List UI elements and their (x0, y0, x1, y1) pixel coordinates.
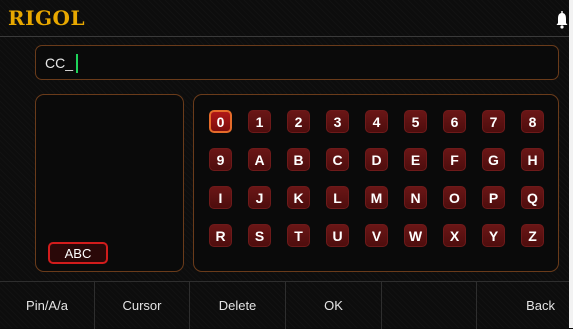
keyboard-panel: 012345678 9ABCDEFGH IJKLMNOPQ RSTUVWXYZ (193, 94, 559, 272)
key-1[interactable]: 1 (248, 110, 271, 133)
key-p[interactable]: P (482, 186, 505, 209)
key-4[interactable]: 4 (365, 110, 388, 133)
key-n[interactable]: N (404, 186, 427, 209)
text-caret (76, 54, 78, 73)
key-s[interactable]: S (248, 224, 271, 247)
key-t[interactable]: T (287, 224, 310, 247)
key-9[interactable]: 9 (209, 148, 232, 171)
softkey-empty[interactable] (382, 282, 477, 329)
key-b[interactable]: B (287, 148, 310, 171)
softkey-delete[interactable]: Delete (190, 282, 286, 329)
key-r[interactable]: R (209, 224, 232, 247)
key-o[interactable]: O (443, 186, 466, 209)
screen: RIGOL CC_ ABC 0123456789ABCDEFGHIJKLMNOP… (0, 0, 573, 329)
key-f[interactable]: F (443, 148, 466, 171)
candidate-panel: ABC (35, 94, 184, 272)
key-j[interactable]: J (248, 186, 271, 209)
softkey-cursor[interactable]: Cursor (95, 282, 190, 329)
softkey-ok[interactable]: OK (286, 282, 382, 329)
key-i[interactable]: I (209, 186, 232, 209)
key-6[interactable]: 6 (443, 110, 466, 133)
key-e[interactable]: E (404, 148, 427, 171)
key-l[interactable]: L (326, 186, 349, 209)
key-g[interactable]: G (482, 148, 505, 171)
key-8[interactable]: 8 (521, 110, 544, 133)
key-2[interactable]: 2 (287, 110, 310, 133)
softkey-bar: Pin/A/a Cursor Delete OK Back (0, 281, 569, 329)
key-c[interactable]: C (326, 148, 349, 171)
key-5[interactable]: 5 (404, 110, 427, 133)
key-0[interactable]: 0 (209, 110, 232, 133)
text-input-field[interactable]: CC_ (35, 45, 559, 80)
key-u[interactable]: U (326, 224, 349, 247)
key-3[interactable]: 3 (326, 110, 349, 133)
key-7[interactable]: 7 (482, 110, 505, 133)
key-w[interactable]: W (404, 224, 427, 247)
softkey-pin-a-a[interactable]: Pin/A/a (0, 282, 95, 329)
key-grid: 012345678 9ABCDEFGH IJKLMNOPQ RSTUVWXYZ (209, 110, 544, 247)
softkey-back[interactable]: Back (477, 282, 569, 329)
key-x[interactable]: X (443, 224, 466, 247)
key-m[interactable]: M (365, 186, 388, 209)
key-k[interactable]: K (287, 186, 310, 209)
key-a[interactable]: A (248, 148, 271, 171)
title-divider (0, 36, 569, 37)
input-mode-button[interactable]: ABC (48, 242, 108, 264)
key-h[interactable]: H (521, 148, 544, 171)
key-v[interactable]: V (365, 224, 388, 247)
key-y[interactable]: Y (482, 224, 505, 247)
key-d[interactable]: D (365, 148, 388, 171)
key-q[interactable]: Q (521, 186, 544, 209)
key-z[interactable]: Z (521, 224, 544, 247)
brand-logo: RIGOL (8, 6, 86, 30)
bell-icon (556, 11, 568, 29)
input-value: CC_ (45, 55, 74, 71)
